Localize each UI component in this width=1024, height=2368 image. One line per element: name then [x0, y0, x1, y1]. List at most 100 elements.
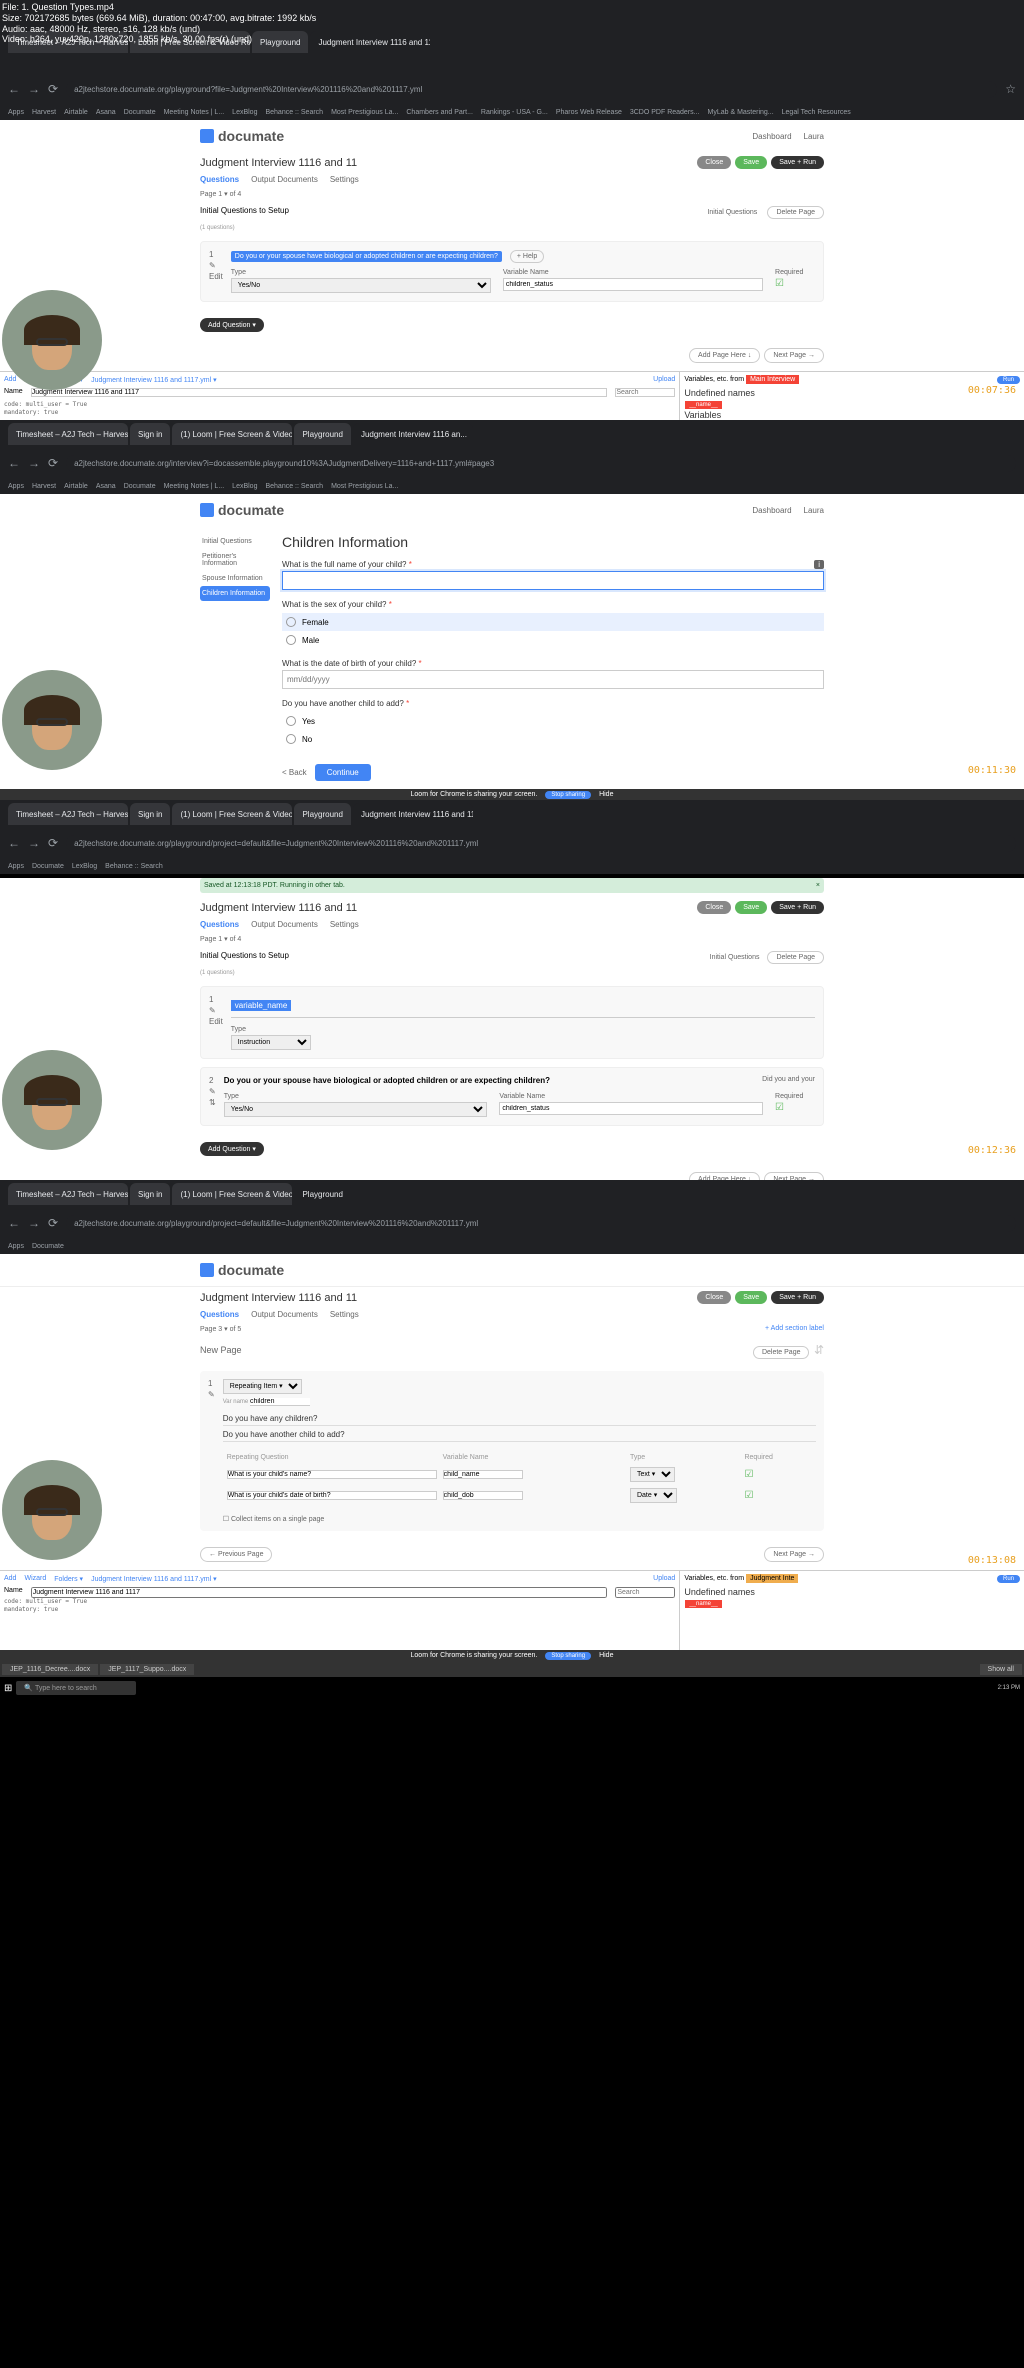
- add-page-here-button[interactable]: Add Page Here ↓: [689, 348, 760, 363]
- name-input[interactable]: [282, 571, 824, 590]
- type-label: Type: [231, 269, 491, 276]
- undef-var[interactable]: __name__: [685, 401, 721, 409]
- question-card: 1 ✎ Edit Do you or your spouse have biol…: [200, 241, 824, 302]
- close-icon[interactable]: ×: [816, 882, 820, 889]
- bookmark[interactable]: Most Prestigious La...: [331, 109, 398, 116]
- dev-name-label: Name: [4, 388, 23, 397]
- bookmark[interactable]: Documate: [124, 109, 156, 116]
- tab-settings[interactable]: Settings: [330, 175, 359, 184]
- radio-yes[interactable]: Yes: [282, 712, 824, 730]
- bookmark[interactable]: Behance :: Search: [265, 109, 323, 116]
- close-button[interactable]: Close: [697, 156, 731, 169]
- bookmark[interactable]: LexBlog: [232, 483, 257, 490]
- var-input[interactable]: [503, 278, 763, 291]
- bookmark[interactable]: Asana: [96, 483, 116, 490]
- reload-icon[interactable]: ⟳: [48, 456, 58, 470]
- back-button[interactable]: < Back: [282, 764, 307, 781]
- forward-icon[interactable]: →: [28, 82, 40, 96]
- delete-page-button[interactable]: Delete Page: [767, 206, 824, 219]
- browser-tab[interactable]: Playground: [294, 423, 350, 445]
- user-menu[interactable]: Laura: [804, 506, 824, 515]
- initial-q-label: Initial Questions: [707, 209, 757, 216]
- dashboard-link[interactable]: Dashboard: [752, 506, 791, 515]
- dev-name-input[interactable]: [31, 388, 608, 397]
- add-question-button[interactable]: Add Question ▾: [200, 318, 264, 332]
- table-row: Date ▾ ☑: [225, 1486, 814, 1505]
- bookmark[interactable]: LexBlog: [232, 109, 257, 116]
- bookmark[interactable]: Meeting Notes | L...: [164, 109, 225, 116]
- reload-icon[interactable]: ⟳: [48, 82, 58, 96]
- back-icon[interactable]: ←: [8, 456, 20, 470]
- var-name[interactable]: variable_name: [231, 1000, 291, 1011]
- bookmark[interactable]: Airtable: [64, 109, 88, 116]
- back-icon[interactable]: ←: [8, 82, 20, 96]
- bookmark[interactable]: 3CDO PDF Readers...: [630, 109, 700, 116]
- tab-questions[interactable]: Questions: [200, 175, 239, 184]
- collect-toggle[interactable]: ☐ Collect items on a single page: [223, 1515, 816, 1523]
- forward-icon[interactable]: →: [28, 456, 40, 470]
- bookmark[interactable]: Pharos Web Release: [556, 109, 622, 116]
- dev-add[interactable]: Add: [4, 376, 16, 384]
- continue-button[interactable]: Continue: [315, 764, 371, 781]
- star-icon[interactable]: ☆: [1005, 82, 1016, 96]
- help-button[interactable]: + Help: [510, 250, 544, 263]
- dev-upload[interactable]: Upload: [653, 376, 675, 384]
- sidebar-step[interactable]: Spouse Information: [200, 571, 270, 586]
- bookmark[interactable]: Behance :: Search: [265, 483, 323, 490]
- browser-tab[interactable]: Sign in: [130, 423, 170, 445]
- section-title: Initial Questions to Setup: [200, 206, 289, 219]
- address-bar[interactable]: a2jtechstore.documate.org/interview?i=do…: [66, 455, 1016, 472]
- sidebar-step[interactable]: Initial Questions: [200, 534, 270, 549]
- question-text[interactable]: Do you or your spouse have biological or…: [231, 251, 502, 262]
- browser-tab[interactable]: (1) Loom | Free Screen & Video...: [172, 423, 292, 445]
- date-input[interactable]: [282, 670, 824, 689]
- bookmark[interactable]: Harvest: [32, 109, 56, 116]
- previous-page-button[interactable]: ← Previous Page: [200, 1547, 272, 1562]
- type-select[interactable]: Yes/No: [231, 278, 491, 293]
- bookmark[interactable]: Apps: [8, 483, 24, 490]
- edit-icon[interactable]: ✎: [209, 261, 223, 270]
- bookmark[interactable]: Documate: [124, 483, 156, 490]
- logo[interactable]: documate: [200, 128, 284, 144]
- radio-female[interactable]: Female: [282, 613, 824, 631]
- next-page-button[interactable]: Next Page →: [764, 348, 824, 363]
- browser-tab[interactable]: Judgment Interview 1116 an...: [353, 423, 473, 445]
- q-label: Do you have another child to add? *: [282, 699, 824, 708]
- variables-title: Variables: [684, 410, 1020, 420]
- radio-no[interactable]: No: [282, 730, 824, 748]
- dev-file[interactable]: Judgment Interview 1116 and 1117.yml ▾: [91, 376, 217, 384]
- tab-output[interactable]: Output Documents: [251, 175, 318, 184]
- type-select[interactable]: Instruction: [231, 1035, 311, 1050]
- run-button[interactable]: Run: [997, 376, 1020, 384]
- browser-tab[interactable]: Timesheet – A2J Tech – Harvest: [8, 423, 128, 445]
- bookmark[interactable]: Asana: [96, 109, 116, 116]
- address-bar[interactable]: a2jtechstore.documate.org/playground?fil…: [66, 81, 997, 98]
- sidebar-step[interactable]: Children Information: [200, 586, 270, 601]
- bookmark[interactable]: MyLab & Mastering...: [708, 109, 774, 116]
- page-nav[interactable]: Page 1 ▾ of 4: [200, 190, 241, 198]
- bookmark[interactable]: Legal Tech Resources: [782, 109, 851, 116]
- new-page-label[interactable]: New Page: [200, 1345, 242, 1355]
- bookmark[interactable]: Apps: [8, 109, 24, 116]
- user-menu[interactable]: Laura: [804, 132, 824, 141]
- repeat-type-select[interactable]: Repeating Item ▾: [223, 1379, 302, 1394]
- save-run-button[interactable]: Save + Run: [771, 156, 824, 169]
- next-page-button[interactable]: Next Page →: [764, 1547, 824, 1562]
- dev-search[interactable]: [615, 388, 675, 397]
- radio-male[interactable]: Male: [282, 631, 824, 649]
- bookmark[interactable]: Airtable: [64, 483, 88, 490]
- add-section-label[interactable]: + Add section label: [765, 1325, 824, 1333]
- bookmark[interactable]: Harvest: [32, 483, 56, 490]
- drag-icon[interactable]: ⇵: [814, 1343, 824, 1357]
- sidebar-step[interactable]: Petitioner's Information: [200, 549, 270, 571]
- info-icon[interactable]: i: [814, 560, 824, 569]
- bookmark[interactable]: Most Prestigious La...: [331, 483, 398, 490]
- logo[interactable]: documate: [200, 502, 284, 518]
- browser-tab[interactable]: Judgment Interview 1116 and 11...: [310, 31, 430, 53]
- save-button[interactable]: Save: [735, 156, 767, 169]
- bookmark[interactable]: Chambers and Part...: [406, 109, 473, 116]
- required-checkbox[interactable]: ☑: [775, 278, 784, 289]
- bookmark[interactable]: Rankings - USA - G...: [481, 109, 548, 116]
- bookmark[interactable]: Meeting Notes | L...: [164, 483, 225, 490]
- dashboard-link[interactable]: Dashboard: [752, 132, 791, 141]
